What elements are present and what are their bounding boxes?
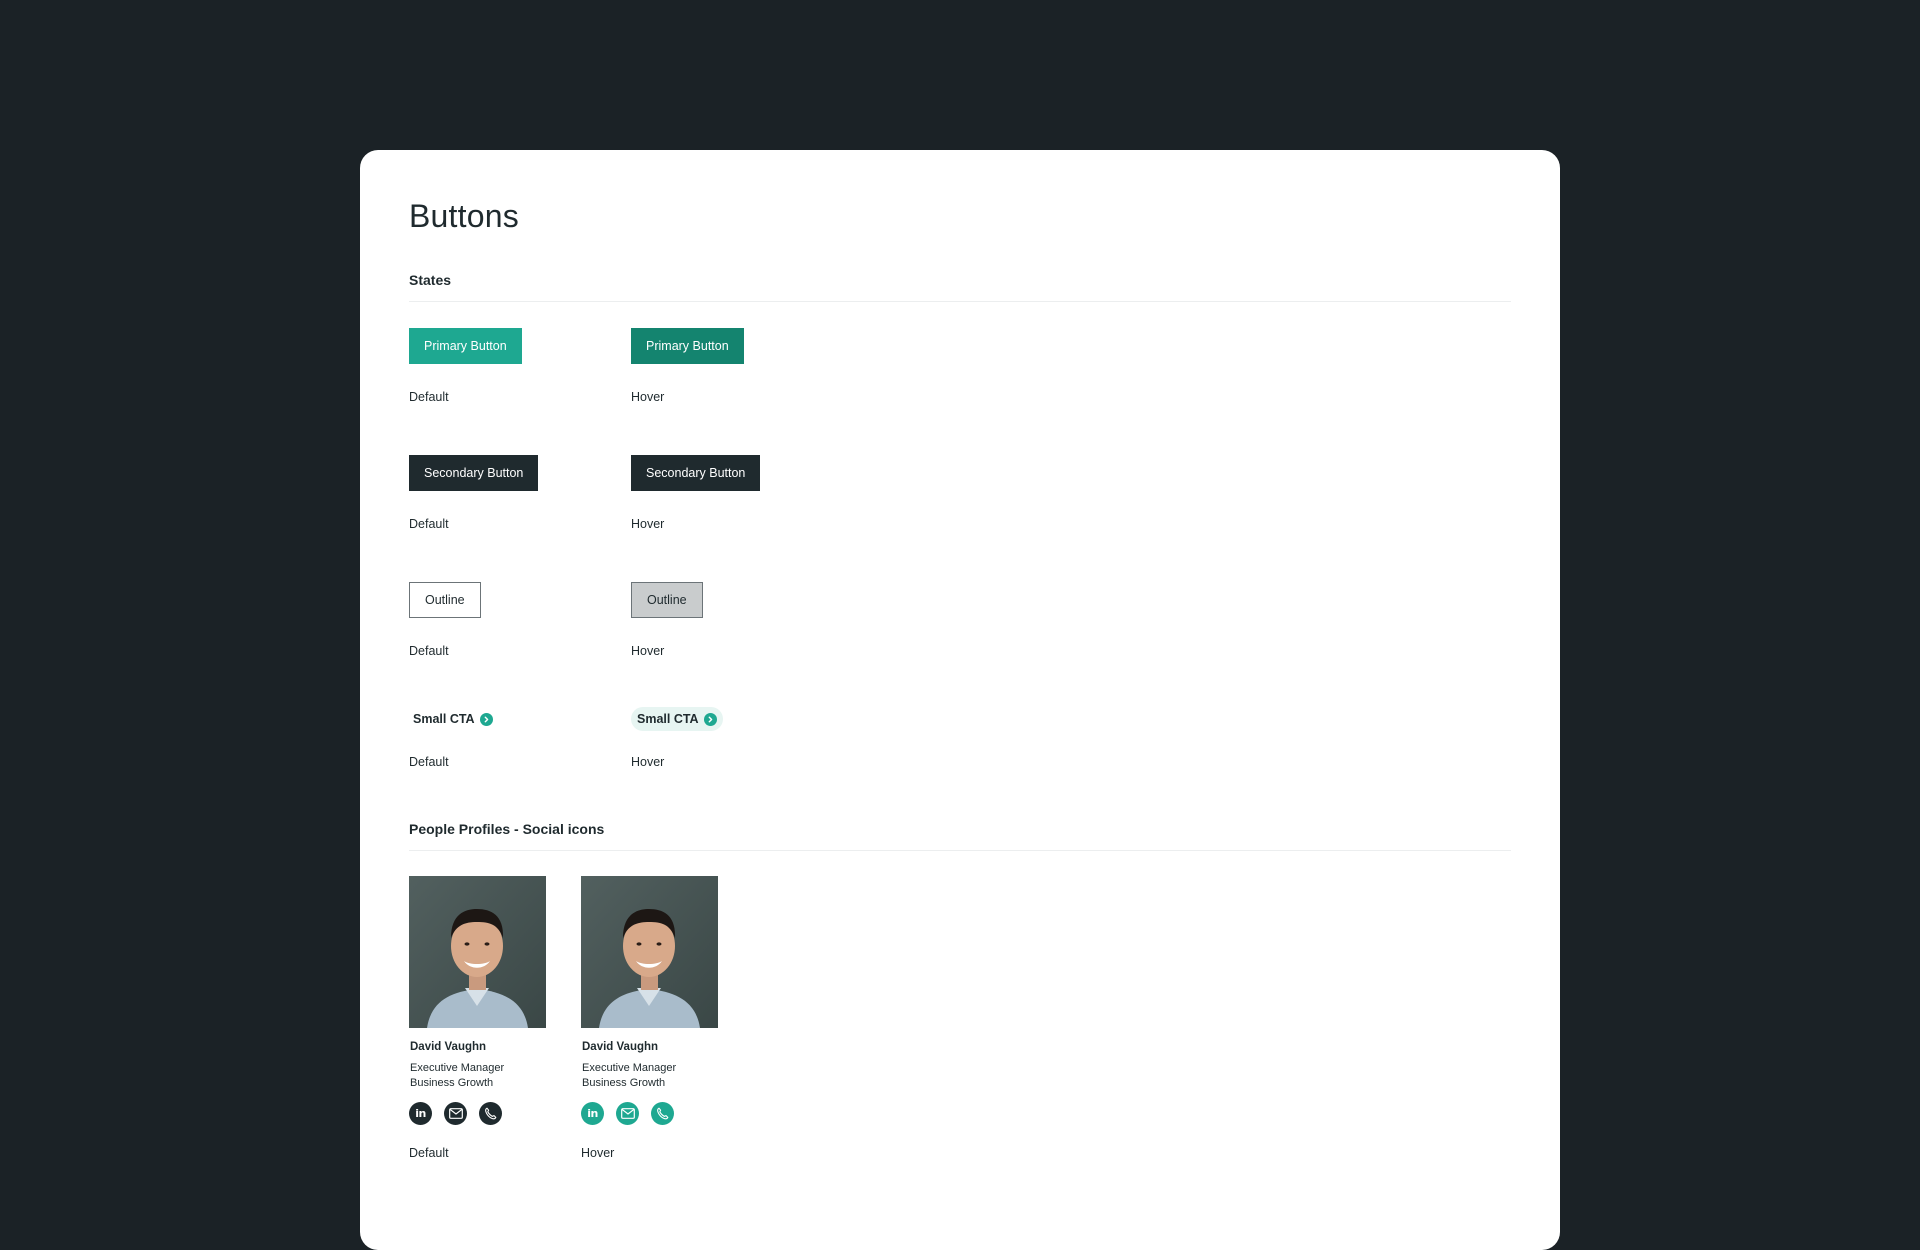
linkedin-icon-text: in (587, 1107, 598, 1120)
profile-card-hover: David Vaughn Executive Manager Business … (581, 876, 721, 1176)
email-icon[interactable] (616, 1102, 639, 1125)
states-divider (409, 301, 1511, 302)
page-title: Buttons (409, 198, 519, 234)
chevron-right-icon (479, 712, 493, 726)
profile-photo (581, 876, 718, 1028)
social-icons: in (409, 1102, 502, 1125)
outline-hover-label: Hover (631, 644, 665, 658)
small-cta-default[interactable]: Small CTA (409, 707, 497, 731)
profile-role-title: Executive Manager (582, 1062, 677, 1074)
primary-hover-label: Hover (631, 390, 665, 404)
profiles-heading: People Profiles - Social icons (409, 821, 605, 837)
small-cta-label: Small CTA (413, 712, 475, 726)
primary-default-label: Default (409, 390, 449, 404)
secondary-button-default[interactable]: Secondary Button (409, 455, 539, 491)
profile-role-title: Executive Manager (410, 1062, 505, 1074)
profile-photo (409, 876, 546, 1028)
secondary-hover-label: Hover (631, 517, 665, 531)
secondary-button-hover[interactable]: Secondary Button (631, 455, 761, 491)
profiles-divider (409, 850, 1511, 851)
profile-role: Executive Manager Business Growth (410, 1061, 504, 1091)
profile-hover-label: Hover (581, 1146, 615, 1160)
linkedin-icon[interactable]: in (409, 1102, 432, 1125)
small-cta-label: Small CTA (637, 712, 699, 726)
profile-role: Executive Manager Business Growth (582, 1061, 676, 1091)
secondary-default-label: Default (409, 517, 449, 531)
states-heading: States (409, 272, 452, 288)
small-cta-hover-label: Hover (631, 755, 665, 769)
profile-card-default: David Vaughn Executive Manager Business … (409, 876, 549, 1176)
outline-default-label: Default (409, 644, 449, 658)
profile-name: David Vaughn (410, 1041, 487, 1053)
linkedin-icon[interactable]: in (581, 1102, 604, 1125)
outline-button-default[interactable]: Outline (409, 582, 481, 618)
profile-name: David Vaughn (582, 1041, 659, 1053)
phone-icon[interactable] (651, 1102, 674, 1125)
profile-role-department: Business Growth (582, 1077, 666, 1089)
outline-button-hover[interactable]: Outline (631, 582, 703, 618)
small-cta-default-label: Default (409, 755, 449, 769)
linkedin-icon-text: in (415, 1107, 426, 1120)
buttons-card: Buttons States Primary Button Primary Bu… (360, 150, 1560, 1250)
chevron-right-icon (703, 712, 717, 726)
profile-role-department: Business Growth (410, 1077, 494, 1089)
small-cta-hover[interactable]: Small CTA (631, 707, 723, 731)
primary-button-default[interactable]: Primary Button (409, 328, 522, 364)
phone-icon[interactable] (479, 1102, 502, 1125)
primary-button-hover[interactable]: Primary Button (631, 328, 744, 364)
social-icons: in (581, 1102, 674, 1125)
email-icon[interactable] (444, 1102, 467, 1125)
profile-default-label: Default (409, 1146, 449, 1160)
